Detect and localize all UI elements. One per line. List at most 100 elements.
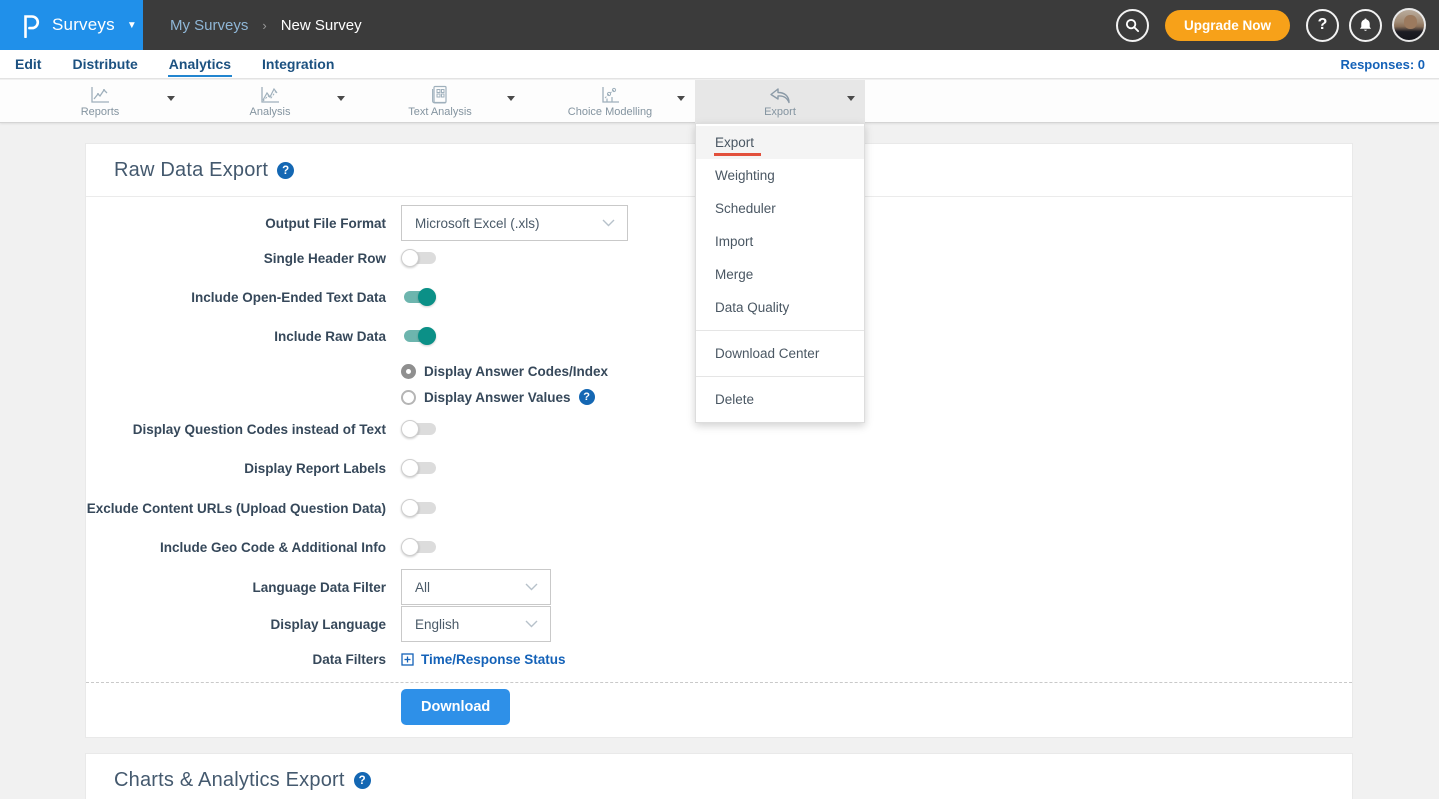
toolbar-reports-label: Reports (81, 106, 120, 118)
notifications-button[interactable] (1349, 9, 1382, 42)
time-response-status-text: Time/Response Status (421, 652, 566, 667)
responses-count: Responses: 0 (1340, 57, 1425, 72)
language-filter-select[interactable]: All (401, 569, 551, 605)
raw-data-export-help-icon[interactable]: ? (277, 162, 294, 179)
menu-divider (696, 330, 864, 331)
scatter-chart-icon (599, 85, 621, 105)
open-ended-label: Include Open-Ended Text Data (86, 290, 386, 305)
text-analysis-dropdown-caret[interactable] (507, 96, 515, 101)
report-labels-row: Display Report Labels (86, 456, 1352, 480)
report-labels-toggle[interactable] (401, 458, 439, 478)
top-bar: Surveys ▼ My Surveys › New Survey Upgrad… (0, 0, 1439, 50)
geo-code-row: Include Geo Code & Additional Info (86, 535, 1352, 559)
output-file-format-select[interactable]: Microsoft Excel (.xls) (401, 205, 628, 241)
toolbar-choice-modelling[interactable]: Choice Modelling (525, 80, 695, 123)
question-codes-toggle[interactable] (401, 419, 439, 439)
report-labels-label: Display Report Labels (86, 461, 386, 476)
analysis-dropdown-caret[interactable] (337, 96, 345, 101)
search-icon (1125, 18, 1140, 33)
display-language-label: Display Language (86, 617, 386, 632)
download-button[interactable]: Download (401, 689, 510, 725)
analytics-toolbar: Reports Analysis Text Analysis Choice Mo… (0, 80, 1439, 123)
line-chart-icon (89, 85, 111, 105)
chevron-down-icon (525, 620, 538, 628)
tab-integration[interactable]: Integration (261, 52, 335, 77)
display-language-value: English (415, 617, 459, 632)
output-file-format-label: Output File Format (86, 216, 386, 231)
toolbar-text-analysis-label: Text Analysis (408, 106, 472, 118)
menu-item-delete[interactable]: Delete (696, 383, 864, 416)
answer-values-radio[interactable] (401, 390, 416, 405)
charts-analytics-title: Charts & Analytics Export (114, 769, 345, 792)
answer-values-radio-label: Display Answer Values (424, 390, 571, 405)
include-raw-data-label: Include Raw Data (86, 329, 386, 344)
language-filter-value: All (415, 580, 430, 595)
charts-analytics-help-icon[interactable]: ? (354, 772, 371, 789)
single-header-label: Single Header Row (86, 251, 386, 266)
toolbar-analysis-label: Analysis (250, 106, 291, 118)
display-language-select[interactable]: English (401, 606, 551, 642)
menu-item-data-quality[interactable]: Data Quality (696, 291, 864, 324)
answer-codes-radio-label: Display Answer Codes/Index (424, 364, 608, 379)
menu-item-import[interactable]: Import (696, 225, 864, 258)
toolbar-text-analysis[interactable]: Text Analysis (355, 80, 525, 123)
reports-dropdown-caret[interactable] (167, 96, 175, 101)
plus-square-icon (401, 653, 414, 666)
time-response-status-link[interactable]: Time/Response Status (401, 652, 566, 667)
output-file-format-value: Microsoft Excel (.xls) (415, 216, 540, 231)
export-dropdown-caret[interactable] (847, 96, 855, 101)
toolbar-analysis[interactable]: Analysis (185, 80, 355, 123)
data-filters-row: Data Filters Time/Response Status (86, 649, 1352, 669)
answer-values-help-icon[interactable]: ? (579, 389, 595, 405)
exclude-urls-toggle[interactable] (401, 498, 439, 518)
menu-item-download-center[interactable]: Download Center (696, 337, 864, 370)
breadcrumb-my-surveys[interactable]: My Surveys (170, 17, 248, 34)
include-raw-data-toggle[interactable] (401, 326, 439, 346)
answer-codes-radio[interactable] (401, 364, 416, 379)
export-dropdown-menu: Export Weighting Scheduler Import Merge … (695, 123, 865, 423)
menu-divider (696, 376, 864, 377)
chevron-down-icon (525, 583, 538, 591)
choice-modelling-dropdown-caret[interactable] (677, 96, 685, 101)
export-arrow-icon (768, 85, 792, 105)
chevron-down-icon (602, 219, 615, 227)
menu-item-weighting[interactable]: Weighting (696, 159, 864, 192)
brand-label: Surveys (52, 15, 115, 35)
toolbar-export-label: Export (764, 106, 796, 118)
menu-item-scheduler[interactable]: Scheduler (696, 192, 864, 225)
language-filter-row: Language Data Filter All (86, 569, 1352, 605)
geo-code-label: Include Geo Code & Additional Info (86, 540, 386, 555)
breadcrumb: My Surveys › New Survey (170, 17, 362, 34)
geo-code-toggle[interactable] (401, 537, 439, 557)
user-avatar[interactable] (1392, 8, 1426, 42)
tab-analytics[interactable]: Analytics (168, 52, 232, 77)
toolbar-choice-modelling-label: Choice Modelling (568, 106, 652, 118)
download-section: Download (86, 683, 1352, 725)
open-ended-toggle[interactable] (401, 287, 439, 307)
breadcrumb-current-survey: New Survey (281, 17, 362, 34)
brand-menu[interactable]: Surveys ▼ (0, 0, 143, 50)
menu-item-export[interactable]: Export (696, 126, 864, 159)
document-grid-icon (431, 85, 449, 105)
question-codes-label: Display Question Codes instead of Text (86, 422, 386, 437)
single-header-toggle[interactable] (401, 248, 439, 268)
exclude-urls-row: Exclude Content URLs (Upload Question Da… (86, 496, 1352, 520)
bell-icon (1358, 17, 1373, 33)
toolbar-reports[interactable]: Reports (15, 80, 185, 123)
display-language-row: Display Language English (86, 606, 1352, 642)
search-button[interactable] (1116, 9, 1149, 42)
charts-analytics-header: Charts & Analytics Export ? (86, 754, 1352, 799)
toolbar-export[interactable]: Export (695, 80, 865, 123)
multi-line-chart-icon (259, 85, 281, 105)
raw-data-export-title: Raw Data Export (114, 159, 268, 182)
menu-item-merge[interactable]: Merge (696, 258, 864, 291)
survey-nav-tabs: Edit Distribute Analytics Integration Re… (0, 50, 1439, 79)
help-button[interactable]: ? (1306, 9, 1339, 42)
topbar-actions: Upgrade Now ? (1116, 8, 1439, 42)
tab-edit[interactable]: Edit (14, 52, 42, 77)
upgrade-now-button[interactable]: Upgrade Now (1165, 10, 1290, 41)
data-filters-label: Data Filters (86, 652, 386, 667)
chevron-down-icon: ▼ (127, 20, 137, 31)
tab-distribute[interactable]: Distribute (71, 52, 138, 77)
breadcrumb-separator: › (262, 18, 266, 33)
